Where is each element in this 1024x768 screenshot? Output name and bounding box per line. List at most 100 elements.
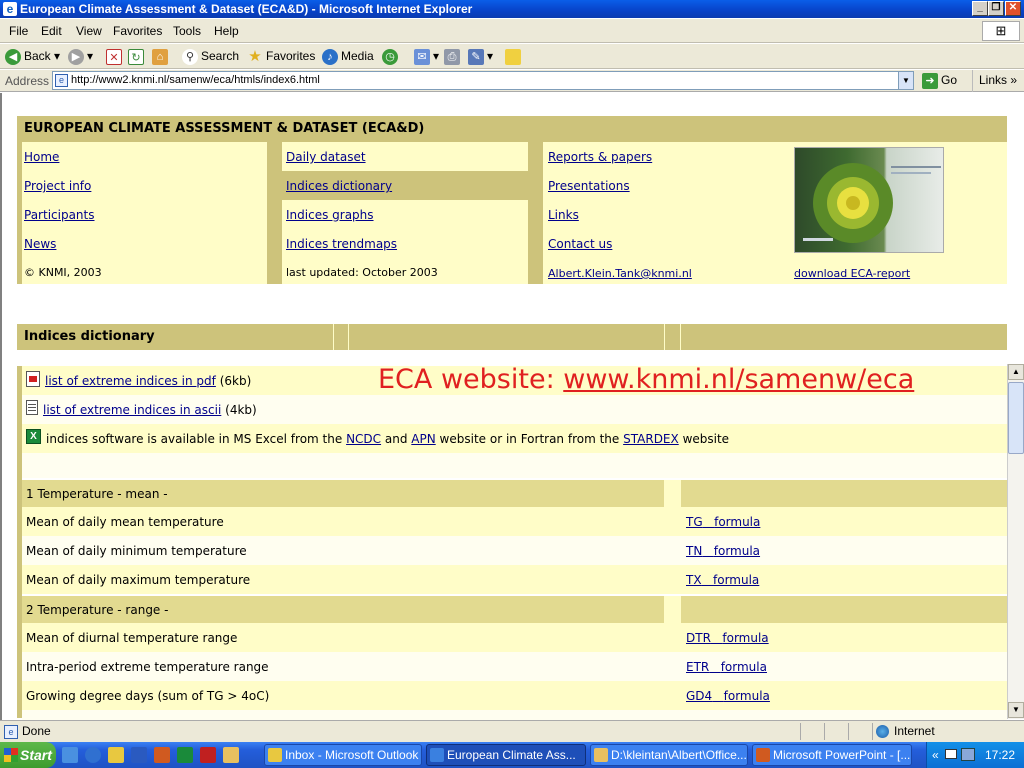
nav-indices-graphs-link[interactable]: Indices graphs <box>286 208 374 222</box>
taskbar: Start Inbox - Microsoft Outlook European… <box>0 742 1024 768</box>
folder-launch-icon[interactable] <box>223 747 239 763</box>
site-header: EUROPEAN CLIMATE ASSESSMENT & DATASET (E… <box>24 121 425 136</box>
tn-formula-link[interactable]: TN formula <box>686 544 760 558</box>
nav-contact-link[interactable]: Contact us <box>548 237 612 251</box>
apn-link[interactable]: APN <box>411 432 435 446</box>
outlook-icon <box>268 748 282 762</box>
etr-formula-link[interactable]: ETR formula <box>686 660 767 674</box>
nav-links-link[interactable]: Links <box>548 208 579 222</box>
report-cover-image[interactable] <box>794 147 944 253</box>
mail-icon: ✉ <box>414 48 430 65</box>
task-ie[interactable]: European Climate Ass... <box>426 744 586 766</box>
notes-button[interactable] <box>505 48 524 65</box>
divider <box>333 324 334 350</box>
media-icon: ♪ <box>322 48 338 65</box>
menu-tools[interactable]: Tools <box>173 24 201 38</box>
search-button[interactable]: ⚲ Search <box>182 48 239 65</box>
status-divider <box>824 723 825 740</box>
links-button[interactable]: Links » <box>972 70 1024 92</box>
eca-website-url[interactable]: www.knmi.nl/samenw/eca <box>563 364 914 395</box>
go-button[interactable]: ➜ Go <box>922 72 957 89</box>
window-title-bar: e European Climate Assessment & Dataset … <box>0 0 1024 18</box>
status-divider <box>872 723 873 740</box>
section-title: Indices dictionary <box>24 329 155 344</box>
clock: 17:22 <box>985 748 1016 762</box>
forward-button[interactable]: ▶ ▾ <box>68 48 93 65</box>
nav-daily-dataset-link[interactable]: Daily dataset <box>286 150 366 164</box>
nav-project-info-link[interactable]: Project info <box>24 179 91 193</box>
address-bar: Address e http://www2.knmi.nl/samenw/eca… <box>0 70 1024 92</box>
history-button[interactable]: ◷ <box>382 48 401 65</box>
nav-home-link[interactable]: Home <box>24 150 59 164</box>
outlook-launch-icon[interactable] <box>108 747 124 763</box>
nav-news-link[interactable]: News <box>24 237 56 251</box>
ascii-link[interactable]: list of extreme indices in ascii <box>43 403 221 417</box>
star-icon: ★ <box>248 47 262 65</box>
vertical-scrollbar[interactable]: ▲ ▼ <box>1007 364 1024 719</box>
stardex-link[interactable]: STARDEX <box>623 432 679 446</box>
index-name: Mean of daily minimum temperature <box>26 544 247 558</box>
task-outlook[interactable]: Inbox - Microsoft Outlook <box>264 744 422 766</box>
print-button[interactable]: ⎙ <box>444 48 463 65</box>
task-powerpoint[interactable]: Microsoft PowerPoint - [... <box>752 744 912 766</box>
gd4-formula-link[interactable]: GD4 formula <box>686 689 770 703</box>
tray-expand-button[interactable]: « <box>932 742 939 768</box>
system-tray: « 17:22 <box>926 742 1024 768</box>
scroll-thumb[interactable] <box>1008 382 1024 454</box>
menu-view[interactable]: View <box>76 24 102 38</box>
media-button[interactable]: ♪ Media <box>322 48 374 65</box>
pdf-link[interactable]: list of extreme indices in pdf <box>45 374 216 388</box>
divider <box>348 324 349 350</box>
mail-button[interactable]: ✉ ▾ <box>414 48 439 65</box>
nav-indices-dictionary-link[interactable]: Indices dictionary <box>286 179 392 193</box>
nav-presentations-link[interactable]: Presentations <box>548 179 630 193</box>
menu-edit[interactable]: Edit <box>41 24 62 38</box>
task-explorer[interactable]: D:\kleintan\Albert\Office... <box>590 744 748 766</box>
stop-icon: ✕ <box>106 48 122 65</box>
network-tray-icon[interactable] <box>961 748 975 761</box>
scroll-down-button[interactable]: ▼ <box>1008 702 1024 718</box>
windows-flag-icon <box>4 748 18 762</box>
powerpoint-launch-icon[interactable] <box>154 747 170 763</box>
text-file-icon <box>26 400 38 415</box>
favorites-button[interactable]: ★ Favorites <box>247 48 315 65</box>
tx-formula-link[interactable]: TX formula <box>686 573 759 587</box>
close-button[interactable]: ✕ <box>1005 1 1021 16</box>
spss-launch-icon[interactable] <box>200 747 216 763</box>
excel-launch-icon[interactable] <box>177 747 193 763</box>
scroll-up-button[interactable]: ▲ <box>1008 364 1024 380</box>
mail-tray-icon[interactable] <box>945 749 957 759</box>
tg-formula-link[interactable]: TG formula <box>686 515 760 529</box>
refresh-button[interactable]: ↻ <box>128 48 147 65</box>
menu-file[interactable]: File <box>9 24 28 38</box>
minimize-button[interactable]: _ <box>972 1 988 16</box>
nav-reports-link[interactable]: Reports & papers <box>548 150 652 164</box>
show-desktop-icon[interactable] <box>62 747 78 763</box>
ie-icon: e <box>3 2 17 16</box>
start-button[interactable]: Start <box>0 742 56 768</box>
address-input[interactable]: e http://www2.knmi.nl/samenw/eca/htmls/i… <box>52 71 914 90</box>
back-button[interactable]: ◀ Back ▾ <box>5 48 60 65</box>
menu-favorites[interactable]: Favorites <box>113 24 162 38</box>
notes-icon <box>505 48 521 65</box>
page-content: EUROPEAN CLIMATE ASSESSMENT & DATASET (E… <box>0 93 1008 720</box>
status-bar: e Done Internet <box>0 720 1024 742</box>
menu-help[interactable]: Help <box>214 24 239 38</box>
email-link[interactable]: Albert.Klein.Tank@knmi.nl <box>548 267 692 280</box>
nav-participants-link[interactable]: Participants <box>24 208 95 222</box>
ncdc-link[interactable]: NCDC <box>346 432 381 446</box>
restore-button[interactable]: ❐ <box>988 1 1004 16</box>
ie-launch-icon[interactable] <box>85 747 101 763</box>
dtr-formula-link[interactable]: DTR formula <box>686 631 769 645</box>
address-dropdown-button[interactable]: ▼ <box>898 71 914 90</box>
index-name: Mean of daily mean temperature <box>26 515 224 529</box>
download-report-link[interactable]: download ECA-report <box>794 267 910 280</box>
word-launch-icon[interactable] <box>131 747 147 763</box>
stop-button[interactable]: ✕ <box>106 48 125 65</box>
last-updated: last updated: October 2003 <box>286 266 438 279</box>
home-button[interactable]: ⌂ <box>152 48 171 65</box>
nav-indices-trendmaps-link[interactable]: Indices trendmaps <box>286 237 397 251</box>
zone-text: Internet <box>894 724 935 738</box>
edit-button[interactable]: ✎ ▾ <box>468 48 493 65</box>
index-name: Intra-period extreme temperature range <box>26 660 269 674</box>
